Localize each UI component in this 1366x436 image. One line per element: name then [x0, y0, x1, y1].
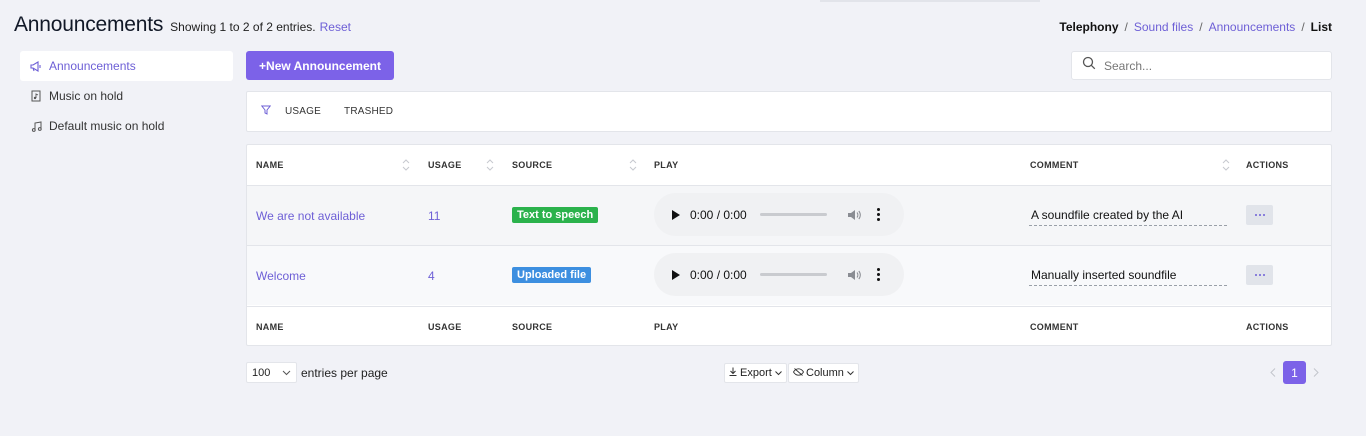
audio-progress-slider[interactable]: [759, 213, 827, 216]
comment-field[interactable]: A soundfile created by the AI: [1029, 208, 1227, 226]
volume-icon[interactable]: [847, 209, 861, 221]
sidebar-item-label: Default music on hold: [49, 119, 165, 133]
new-announcement-button[interactable]: +New Announcement: [246, 51, 394, 80]
page-header: Announcements Showing 1 to 2 of 2 entrie…: [14, 13, 351, 37]
table-footer: NAME USAGE SOURCE PLAY COMMENT ACTIONS: [247, 306, 1331, 346]
page-title: Announcements: [14, 13, 164, 36]
search-box: [1071, 51, 1332, 80]
music-note-icon: [30, 120, 42, 132]
filter-trashed[interactable]: TRASHED: [344, 106, 393, 117]
filter-usage[interactable]: USAGE: [285, 106, 321, 117]
breadcrumb-separator: /: [1301, 20, 1305, 34]
breadcrumb-sound-files[interactable]: Sound files: [1134, 20, 1193, 34]
column-comment-header[interactable]: COMMENT: [1030, 160, 1079, 170]
chevron-down-icon: [282, 367, 291, 379]
breadcrumb-current: List: [1310, 20, 1332, 34]
sort-icon[interactable]: [486, 158, 494, 172]
row-actions-button[interactable]: [1246, 205, 1273, 225]
page-number-button[interactable]: 1: [1283, 361, 1306, 384]
sidebar: Announcements Music on hold Default musi…: [20, 51, 233, 141]
breadcrumb-telephony[interactable]: Telephony: [1059, 20, 1118, 34]
row-actions-button[interactable]: [1246, 265, 1273, 285]
column-source-header[interactable]: SOURCE: [512, 160, 552, 170]
source-badge: Text to speech: [512, 207, 599, 223]
download-icon: [729, 367, 737, 379]
pagination: 1: [1270, 361, 1319, 384]
more-options-icon[interactable]: [876, 208, 880, 221]
chevron-down-icon: [774, 367, 782, 379]
export-button[interactable]: Export: [724, 363, 787, 383]
per-page-value: 100: [252, 366, 271, 379]
sidebar-item-default-music-on-hold[interactable]: Default music on hold: [20, 111, 233, 141]
audio-time: 0:00 / 0:00: [690, 267, 747, 282]
play-icon[interactable]: [672, 209, 680, 220]
audio-progress-slider[interactable]: [759, 273, 827, 276]
audio-time: 0:00 / 0:00: [690, 207, 747, 222]
file-music-icon: [30, 90, 42, 102]
audio-player: 0:00 / 0:00: [654, 193, 904, 236]
volume-icon[interactable]: [847, 269, 861, 281]
breadcrumb-announcements[interactable]: Announcements: [1209, 20, 1296, 34]
per-page-select[interactable]: 100: [246, 362, 297, 383]
entries-per-page: 100 entries per page: [246, 362, 388, 383]
more-options-icon[interactable]: [876, 268, 880, 281]
column-name-footer: NAME: [256, 322, 284, 332]
per-page-label: entries per page: [301, 365, 388, 380]
source-badge: Uploaded file: [512, 267, 592, 283]
column-visibility-button[interactable]: Column: [788, 363, 859, 383]
column-comment-footer: COMMENT: [1030, 322, 1079, 332]
previous-page-icon[interactable]: [1270, 366, 1276, 380]
audio-player: 0:00 / 0:00: [654, 253, 904, 296]
table-row: We are not available 11 Text to speech 0…: [247, 185, 1331, 245]
breadcrumb-separator: /: [1199, 20, 1203, 34]
sidebar-item-announcements[interactable]: Announcements: [20, 51, 233, 81]
column-source-footer: SOURCE: [512, 322, 553, 332]
filter-bar: USAGE TRASHED: [246, 91, 1332, 132]
column-name-header[interactable]: NAME: [256, 160, 284, 170]
column-actions-header: ACTIONS: [1246, 160, 1289, 170]
announcement-name-link[interactable]: Welcome: [256, 269, 306, 283]
breadcrumb: Telephony / Sound files / Announcements …: [1059, 20, 1332, 34]
sort-icon[interactable]: [1222, 158, 1230, 172]
entries-info: Showing 1 to 2 of 2 entries.: [170, 20, 316, 34]
search-icon: [1082, 56, 1096, 75]
export-label: Export: [740, 367, 772, 379]
sort-icon[interactable]: [402, 158, 410, 172]
column-usage-header[interactable]: USAGE: [428, 160, 462, 170]
column-usage-footer: USAGE: [428, 322, 462, 332]
announcement-name-link[interactable]: We are not available: [256, 209, 365, 223]
search-input[interactable]: [1104, 58, 1304, 73]
filter-icon[interactable]: [260, 105, 272, 118]
sort-icon[interactable]: [629, 158, 637, 172]
play-icon[interactable]: [672, 269, 680, 280]
column-label: Column: [806, 367, 844, 379]
usage-count-link[interactable]: 11: [428, 209, 440, 223]
sidebar-item-label: Music on hold: [49, 89, 124, 103]
table-row: Welcome 4 Uploaded file 0:00 / 0:00 Manu…: [247, 245, 1331, 305]
table-header: NAME USAGE SOURCE PLAY COMMENT ACTIONS: [247, 145, 1331, 185]
top-divider: [820, 0, 1040, 2]
breadcrumb-separator: /: [1124, 20, 1128, 34]
column-actions-footer: ACTIONS: [1246, 322, 1289, 332]
reset-link[interactable]: Reset: [320, 20, 351, 34]
next-page-icon[interactable]: [1313, 366, 1319, 380]
usage-count-link[interactable]: 4: [428, 269, 435, 283]
eye-slash-icon: [792, 367, 805, 379]
chevron-down-icon: [847, 367, 854, 379]
column-play-header: PLAY: [654, 160, 679, 170]
column-play-footer: PLAY: [654, 322, 679, 332]
sidebar-item-label: Announcements: [49, 59, 136, 73]
sidebar-item-music-on-hold[interactable]: Music on hold: [20, 81, 233, 111]
announcements-table: NAME USAGE SOURCE PLAY COMMENT ACTIONS W…: [246, 144, 1332, 346]
megaphone-icon: [30, 60, 42, 72]
comment-field[interactable]: Manually inserted soundfile: [1029, 268, 1227, 286]
